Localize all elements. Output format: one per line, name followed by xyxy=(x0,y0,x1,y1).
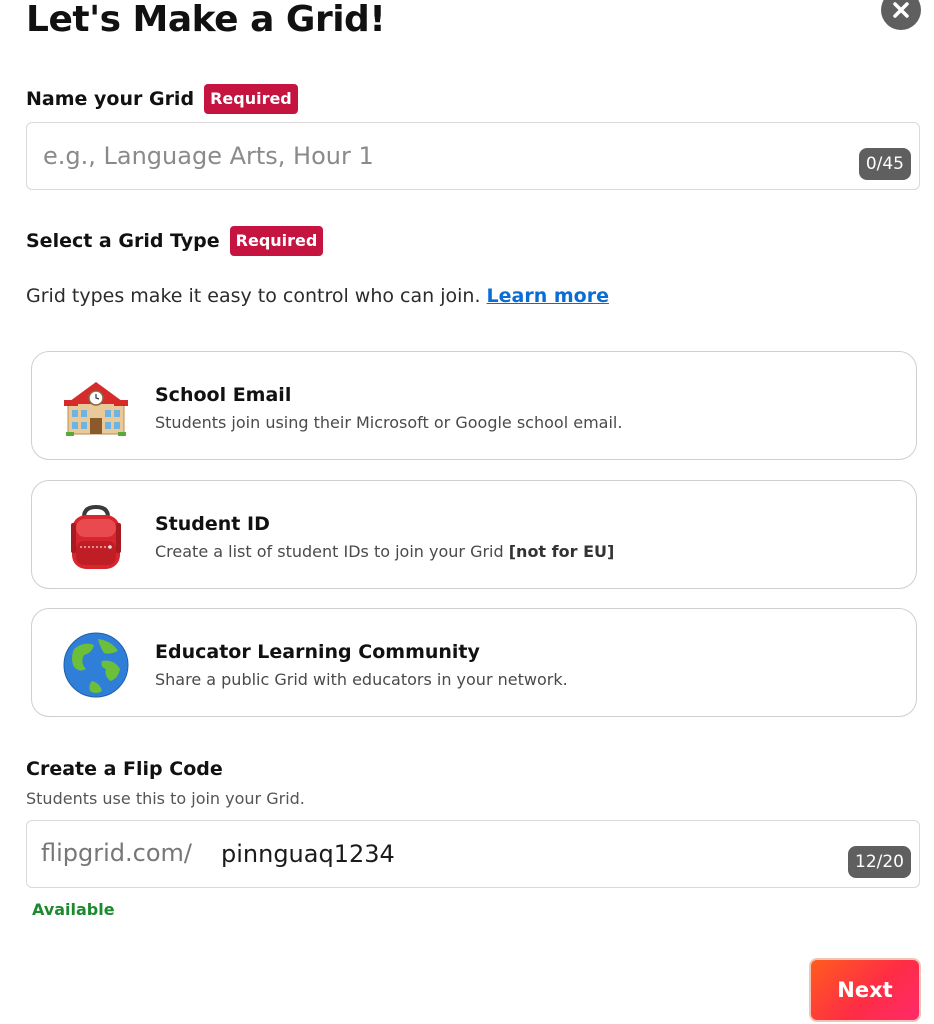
grid-type-educator-community[interactable]: Educator Learning Community Share a publ… xyxy=(31,608,917,717)
student-id-title: Student ID xyxy=(155,513,270,535)
school-email-title: School Email xyxy=(155,384,292,406)
learn-more-link[interactable]: Learn more xyxy=(487,285,609,307)
grid-type-school-email[interactable]: School Email Students join using their M… xyxy=(31,351,917,460)
required-badge: Required xyxy=(229,226,324,256)
close-icon xyxy=(893,2,909,18)
flip-code-field: flipgrid.com/ 12/20 xyxy=(26,820,920,888)
student-id-description: Create a list of student IDs to join you… xyxy=(155,542,614,561)
grid-type-helper-text: Grid types make it easy to control who c… xyxy=(26,285,481,307)
name-grid-label: Name your Grid Required xyxy=(26,84,298,114)
grid-type-label: Select a Grid Type Required xyxy=(26,226,324,256)
next-button[interactable]: Next xyxy=(809,958,921,1022)
grid-type-helper: Grid types make it easy to control who c… xyxy=(26,285,609,307)
not-for-eu-note: [not for EU] xyxy=(508,542,615,561)
educator-community-title: Educator Learning Community xyxy=(155,641,480,663)
flip-code-label-text: Create a Flip Code xyxy=(26,758,223,780)
educator-community-description: Share a public Grid with educators in yo… xyxy=(155,670,568,689)
close-button[interactable] xyxy=(881,0,921,30)
required-badge: Required xyxy=(204,84,298,114)
student-id-description-text: Create a list of student IDs to join you… xyxy=(155,542,504,561)
flip-code-input[interactable] xyxy=(221,821,781,887)
school-building-icon xyxy=(64,382,128,436)
flip-code-subtitle: Students use this to join your Grid. xyxy=(26,789,305,808)
globe-icon xyxy=(63,632,129,698)
grid-type-student-id[interactable]: Student ID Create a list of student IDs … xyxy=(31,480,917,589)
grid-name-counter: 0/45 xyxy=(858,148,911,180)
grid-type-label-text: Select a Grid Type xyxy=(26,230,220,252)
backpack-icon xyxy=(71,504,121,569)
grid-name-input[interactable] xyxy=(43,123,843,189)
flip-code-counter: 12/20 xyxy=(848,846,911,878)
page-title: Let's Make a Grid! xyxy=(26,0,386,40)
flip-code-prefix: flipgrid.com/ xyxy=(41,839,192,867)
grid-name-field: 0/45 xyxy=(26,122,920,190)
name-grid-label-text: Name your Grid xyxy=(26,88,195,110)
flip-code-label: Create a Flip Code xyxy=(26,758,223,780)
school-email-description: Students join using their Microsoft or G… xyxy=(155,413,623,432)
flip-code-status: Available xyxy=(32,900,115,919)
